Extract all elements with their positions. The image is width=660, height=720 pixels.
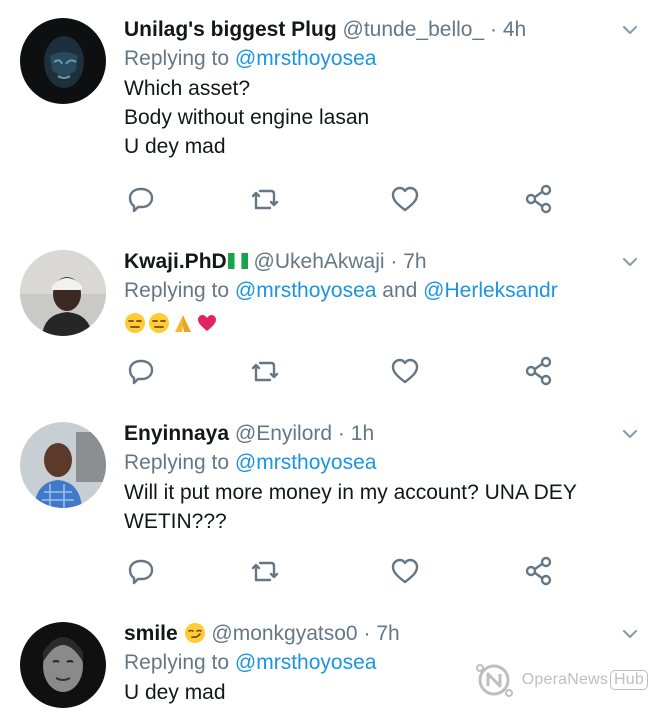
expressionless-face-icon bbox=[125, 313, 145, 334]
replying-prefix: Replying to bbox=[124, 651, 235, 674]
action-bar bbox=[124, 182, 604, 216]
chevron-down-icon[interactable] bbox=[622, 22, 638, 38]
reply-icon[interactable] bbox=[124, 554, 158, 588]
share-icon[interactable] bbox=[522, 354, 556, 388]
author-name[interactable]: Unilag's biggest Plug bbox=[124, 18, 337, 41]
mention-link[interactable]: @mrsthoyosea bbox=[235, 451, 377, 474]
smirking-face-icon bbox=[184, 623, 205, 643]
folded-hands-icon bbox=[175, 315, 191, 333]
author-handle[interactable]: @tunde_bello_ bbox=[343, 18, 485, 41]
retweet-icon[interactable] bbox=[248, 554, 282, 588]
tweet-text-line: Which asset? bbox=[124, 77, 251, 100]
chevron-down-icon[interactable] bbox=[622, 426, 638, 442]
operanews-logo-icon bbox=[475, 664, 513, 697]
tweet-text-line: WETIN??? bbox=[124, 510, 227, 533]
author-name[interactable]: Kwaji.PhD bbox=[124, 250, 227, 273]
chevron-down-icon[interactable] bbox=[622, 254, 638, 270]
nigeria-flag-icon bbox=[227, 253, 248, 269]
timestamp[interactable]: 7h bbox=[403, 250, 426, 273]
heart-icon bbox=[198, 315, 216, 332]
author-handle[interactable]: @monkgyatso0 bbox=[211, 622, 357, 645]
retweet-icon[interactable] bbox=[248, 182, 282, 216]
watermark-badge: Hub bbox=[610, 670, 648, 690]
share-icon[interactable] bbox=[522, 554, 556, 588]
tweet-text-line: U dey mad bbox=[124, 135, 226, 158]
replying-prefix: Replying to bbox=[124, 47, 235, 70]
share-icon[interactable] bbox=[522, 182, 556, 216]
separator-dot: · bbox=[390, 250, 398, 273]
expressionless-face-icon bbox=[149, 313, 169, 334]
reply-icon[interactable] bbox=[124, 182, 158, 216]
tweet-text-line: Body without engine lasan bbox=[124, 106, 370, 129]
watermark-text: OperaNews bbox=[521, 671, 609, 688]
reply-icon[interactable] bbox=[124, 354, 158, 388]
tweet-3[interactable]: Enyinnaya @Enyilord · 1h Replying to @mr… bbox=[0, 404, 660, 605]
like-icon[interactable] bbox=[388, 182, 422, 216]
replying-to: Replying to @mrsthoyosea and @Herleksand… bbox=[124, 276, 620, 306]
action-bar bbox=[124, 354, 604, 388]
timestamp[interactable]: 1h bbox=[351, 422, 374, 445]
separator-dot: · bbox=[337, 422, 345, 445]
chevron-down-icon[interactable] bbox=[622, 626, 638, 642]
tweet-emoji-line bbox=[124, 308, 620, 337]
mention-link[interactable]: @Herleksandr bbox=[423, 279, 558, 302]
author-handle[interactable]: @Enyilord bbox=[235, 422, 332, 445]
watermark: OperaNews Hub bbox=[472, 658, 648, 702]
tweet-text-line: Will it put more money in my account? UN… bbox=[124, 481, 577, 504]
timestamp[interactable]: 4h bbox=[503, 18, 526, 41]
avatar[interactable] bbox=[20, 422, 106, 508]
tweet-1[interactable]: Unilag's biggest Plug @tunde_bello_ · 4h… bbox=[0, 0, 660, 233]
author-name[interactable]: Enyinnaya bbox=[124, 422, 229, 445]
mention-link[interactable]: @mrsthoyosea bbox=[235, 47, 377, 70]
avatar[interactable] bbox=[20, 622, 106, 708]
replying-to: Replying to @mrsthoyosea bbox=[124, 448, 620, 478]
like-icon[interactable] bbox=[388, 554, 422, 588]
replying-prefix: Replying to bbox=[124, 279, 235, 302]
tweet-2[interactable]: Kwaji.PhD @UkehAkwaji · 7h Replying to @… bbox=[0, 232, 660, 405]
separator-dot: · bbox=[489, 18, 497, 41]
replying-to: Replying to @mrsthoyosea bbox=[124, 44, 620, 74]
avatar[interactable] bbox=[20, 18, 106, 104]
author-name[interactable]: smile bbox=[124, 622, 178, 645]
retweet-icon[interactable] bbox=[248, 354, 282, 388]
author-handle[interactable]: @UkehAkwaji bbox=[254, 250, 385, 273]
like-icon[interactable] bbox=[388, 354, 422, 388]
timestamp[interactable]: 7h bbox=[376, 622, 399, 645]
mention-link[interactable]: @mrsthoyosea bbox=[235, 651, 377, 674]
replying-conjunction: and bbox=[376, 279, 424, 302]
action-bar bbox=[124, 554, 604, 588]
mention-link[interactable]: @mrsthoyosea bbox=[235, 279, 377, 302]
avatar[interactable] bbox=[20, 250, 106, 336]
separator-dot: · bbox=[363, 622, 371, 645]
replying-prefix: Replying to bbox=[124, 451, 235, 474]
